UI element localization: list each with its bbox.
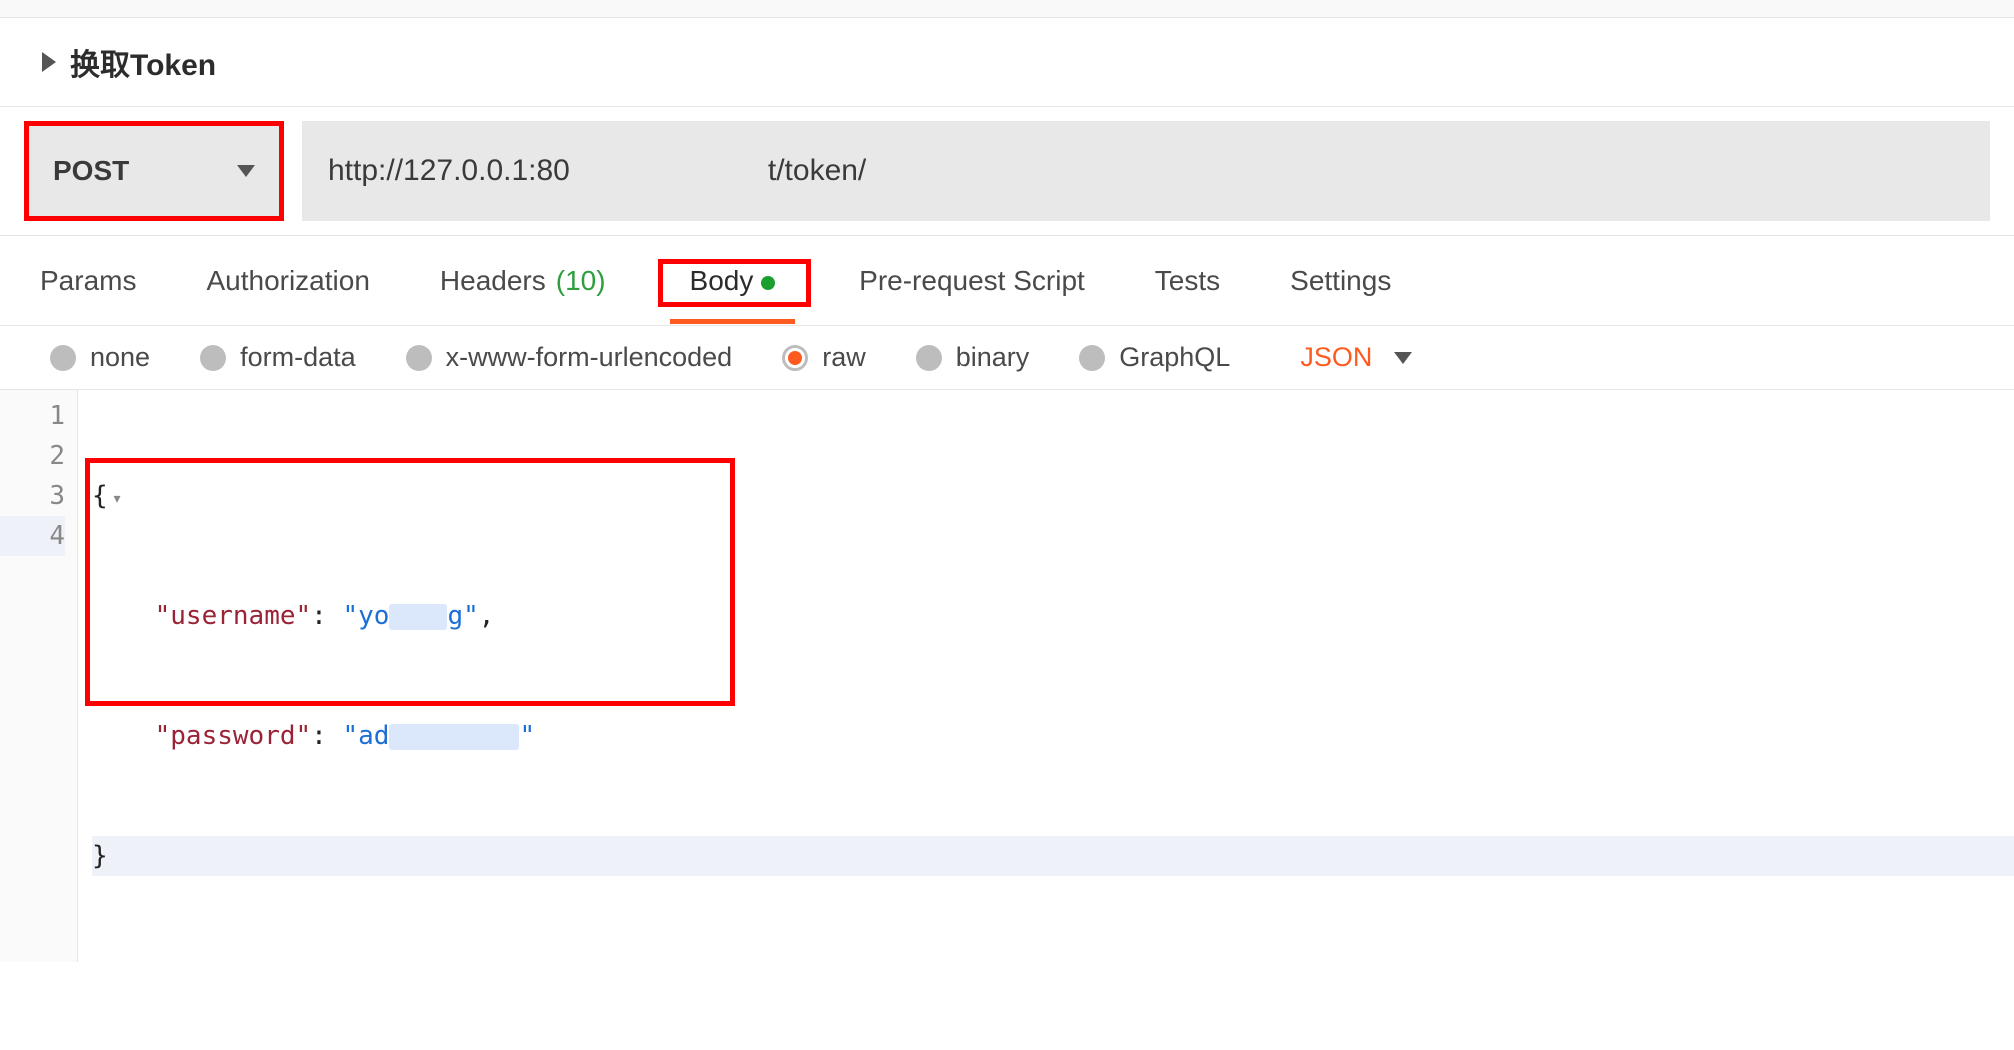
redacted-value bbox=[389, 604, 447, 630]
code-line: "username": "yo g", bbox=[92, 596, 2014, 636]
brace: } bbox=[92, 841, 108, 871]
body-type-graphql-label: GraphQL bbox=[1119, 342, 1230, 373]
tab-params-label: Params bbox=[40, 265, 136, 297]
radio-icon bbox=[406, 345, 432, 371]
tab-headers[interactable]: Headers (10) bbox=[440, 241, 606, 321]
radio-icon bbox=[1079, 345, 1105, 371]
http-method-select[interactable]: POST bbox=[24, 121, 284, 221]
tab-authorization-label: Authorization bbox=[206, 265, 369, 297]
url-text-prefix: http://127.0.0.1:80 bbox=[328, 154, 570, 188]
editor: 1 2 3 4 {▾ "username": "yo g", "password"… bbox=[0, 390, 2014, 962]
json-value-pre: "yo bbox=[342, 601, 389, 631]
code-line: } bbox=[92, 836, 2014, 876]
tab-strip-border bbox=[0, 0, 2014, 18]
body-indicator-dot bbox=[761, 276, 775, 290]
body-type-form-data[interactable]: form-data bbox=[200, 342, 356, 373]
body-type-raw[interactable]: raw bbox=[782, 342, 866, 373]
redacted-value bbox=[389, 724, 519, 750]
tab-body[interactable]: Body bbox=[676, 239, 790, 323]
json-value-post: g" bbox=[447, 601, 478, 631]
fold-caret-icon[interactable]: ▾ bbox=[112, 488, 123, 509]
tab-body-label: Body bbox=[690, 265, 754, 296]
body-type-form-data-label: form-data bbox=[240, 342, 356, 373]
body-type-raw-label: raw bbox=[822, 342, 866, 373]
request-name: 换取Token bbox=[70, 40, 216, 84]
raw-format-select[interactable]: JSON bbox=[1300, 342, 1412, 373]
code-line: "password": "ad " bbox=[92, 716, 2014, 756]
request-tabs: Params Authorization Headers (10) Body P… bbox=[0, 236, 2014, 326]
chevron-down-icon bbox=[237, 165, 255, 177]
body-type-graphql[interactable]: GraphQL bbox=[1079, 342, 1230, 373]
tab-headers-label: Headers bbox=[440, 265, 546, 297]
tab-tests-label: Tests bbox=[1155, 265, 1220, 297]
tab-settings[interactable]: Settings bbox=[1290, 241, 1391, 321]
tab-params[interactable]: Params bbox=[40, 241, 136, 321]
line-number: 4 bbox=[0, 516, 65, 556]
tab-pre-request-label: Pre-request Script bbox=[859, 265, 1085, 297]
json-value-pre: "ad bbox=[342, 721, 389, 751]
http-method-value: POST bbox=[53, 155, 237, 187]
url-text-suffix: t/token/ bbox=[768, 154, 866, 188]
radio-icon bbox=[916, 345, 942, 371]
json-key: "password" bbox=[155, 721, 312, 751]
url-input[interactable]: http://127.0.0.1:80 t/token/ bbox=[302, 121, 1990, 221]
editor-gutter: 1 2 3 4 bbox=[0, 390, 78, 962]
tab-tests[interactable]: Tests bbox=[1155, 241, 1220, 321]
body-type-none[interactable]: none bbox=[50, 342, 150, 373]
tab-headers-count: (10) bbox=[556, 265, 606, 297]
tab-authorization[interactable]: Authorization bbox=[206, 241, 369, 321]
request-title-bar: 换取Token bbox=[0, 18, 2014, 107]
chevron-down-icon bbox=[1394, 352, 1412, 364]
body-type-none-label: none bbox=[90, 342, 150, 373]
body-type-urlencoded-label: x-www-form-urlencoded bbox=[446, 342, 733, 373]
tab-body-inner: Body bbox=[676, 263, 790, 299]
brace: { bbox=[92, 481, 108, 511]
json-key: "username" bbox=[155, 601, 312, 631]
raw-format-label: JSON bbox=[1300, 342, 1372, 373]
radio-icon-selected bbox=[782, 345, 808, 371]
code-line: {▾ bbox=[92, 476, 2014, 516]
body-type-binary[interactable]: binary bbox=[916, 342, 1030, 373]
comma: , bbox=[479, 601, 495, 631]
radio-icon bbox=[50, 345, 76, 371]
caret-right-icon[interactable] bbox=[42, 52, 56, 72]
body-type-urlencoded[interactable]: x-www-form-urlencoded bbox=[406, 342, 733, 373]
json-value-post: " bbox=[519, 721, 535, 751]
radio-icon bbox=[200, 345, 226, 371]
line-number: 1 bbox=[0, 396, 65, 436]
url-redacted-segment bbox=[574, 157, 764, 185]
line-number: 2 bbox=[0, 436, 65, 476]
body-type-binary-label: binary bbox=[956, 342, 1030, 373]
body-type-row: none form-data x-www-form-urlencoded raw… bbox=[0, 326, 2014, 390]
method-url-row: POST http://127.0.0.1:80 t/token/ bbox=[0, 107, 2014, 236]
colon: : bbox=[311, 601, 327, 631]
colon: : bbox=[311, 721, 327, 751]
tab-settings-label: Settings bbox=[1290, 265, 1391, 297]
line-number: 3 bbox=[0, 476, 65, 516]
editor-code[interactable]: {▾ "username": "yo g", "password": "ad " } bbox=[78, 390, 2014, 962]
tab-pre-request[interactable]: Pre-request Script bbox=[859, 241, 1085, 321]
